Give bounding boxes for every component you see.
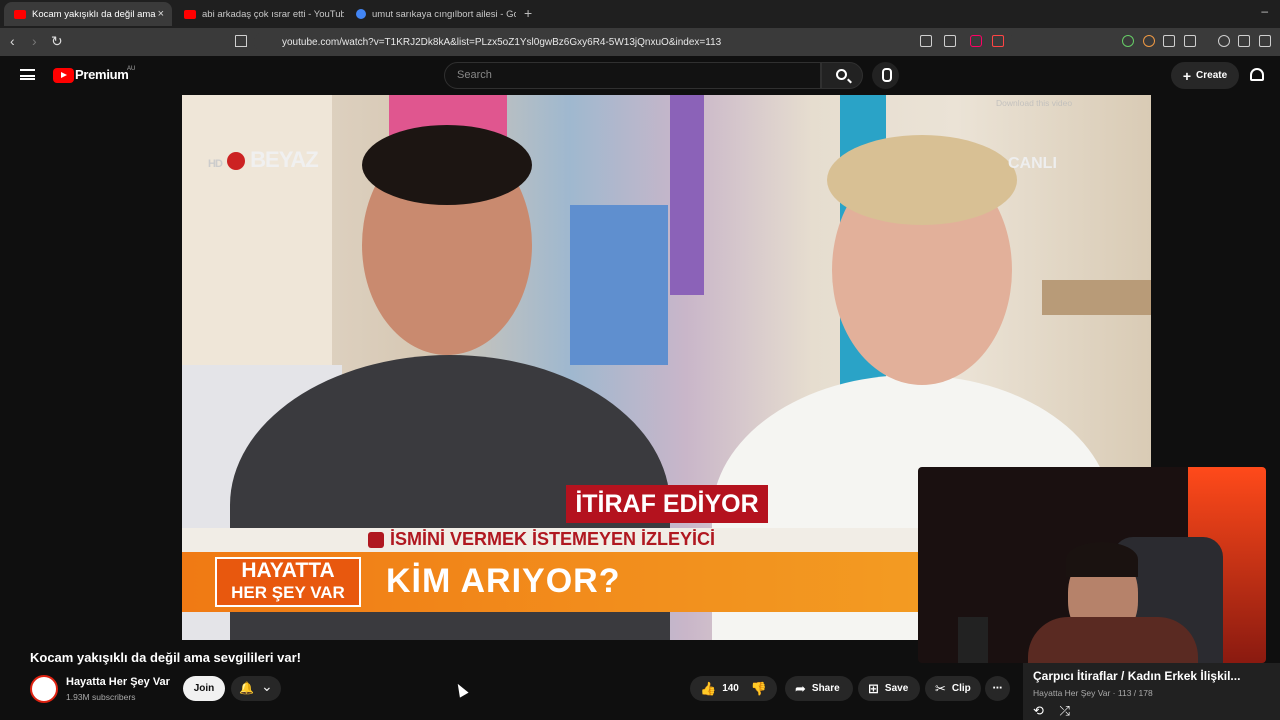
new-tab-button[interactable]: + bbox=[524, 5, 532, 21]
puzzle-extensions-icon[interactable] bbox=[1163, 35, 1175, 47]
browser-tab-active[interactable]: Kocam yakışıklı da değil ama × bbox=[4, 2, 172, 26]
playlist-title[interactable]: Çarpıcı İtiraflar / Kadın Erkek İlişkil.… bbox=[1033, 669, 1240, 683]
extension-icon[interactable] bbox=[1122, 35, 1134, 47]
save-label: Save bbox=[884, 683, 909, 694]
minimize-window-button[interactable]: – bbox=[1261, 4, 1268, 18]
clip-label: Clip bbox=[951, 683, 971, 694]
banner-tag: İTİRAF EDİYOR bbox=[566, 485, 768, 523]
address-bar[interactable]: youtube.com/watch?v=T1KRJ2Dk8kA&list=PLz… bbox=[254, 31, 1014, 53]
bookmark-icon[interactable] bbox=[235, 35, 247, 47]
voice-search-button[interactable] bbox=[872, 62, 899, 89]
search-input[interactable]: Search bbox=[444, 62, 821, 89]
youtube-premium-logo[interactable]: Premium bbox=[75, 67, 129, 82]
wallet-icon[interactable] bbox=[1259, 35, 1271, 47]
youtube-favicon-icon bbox=[14, 9, 26, 19]
tab-close-icon[interactable]: × bbox=[158, 8, 164, 20]
playlist-meta: Hayatta Her Şey Var · 113 / 178 bbox=[1033, 688, 1153, 698]
region-code: AU bbox=[127, 66, 136, 72]
clip-button[interactable]: ✂ Clip bbox=[925, 676, 981, 701]
playlist-panel[interactable]: Çarpıcı İtiraflar / Kadın Erkek İlişkil.… bbox=[1023, 663, 1280, 720]
shuffle-icon[interactable]: ⤮ bbox=[1060, 703, 1070, 718]
subscriber-count: 1.93M subscribers bbox=[66, 692, 136, 702]
bell-icon: 🔔 bbox=[239, 681, 254, 695]
back-icon[interactable]: ‹ bbox=[10, 33, 15, 49]
join-button[interactable]: Join bbox=[183, 676, 225, 701]
browser-tab[interactable]: umut sarıkaya cıngılbort ailesi - Goog bbox=[346, 2, 516, 26]
plus-icon: + bbox=[1182, 67, 1192, 84]
cast-icon[interactable] bbox=[920, 35, 932, 47]
sidebar-icon[interactable] bbox=[1238, 35, 1250, 47]
like-count[interactable]: 140 bbox=[722, 683, 739, 694]
brave-rewards-icon[interactable] bbox=[992, 35, 1004, 47]
share-label: Share bbox=[811, 683, 840, 694]
google-favicon-icon bbox=[356, 9, 366, 19]
channel-name[interactable]: Hayatta Her Şey Var bbox=[66, 676, 170, 688]
notifications-bell-icon[interactable] bbox=[1250, 68, 1264, 81]
tab-label: abi arkadaş çok ısrar etti - YouTube bbox=[202, 8, 344, 20]
youtube-logo-icon[interactable] bbox=[53, 68, 74, 83]
microphone bbox=[958, 617, 988, 663]
notification-settings-button[interactable]: 🔔 ⌄ bbox=[231, 676, 281, 701]
media-control-icon[interactable] bbox=[1218, 35, 1230, 47]
browser-tab[interactable]: abi arkadaş çok ısrar etti - YouTube bbox=[174, 2, 344, 26]
clip-icon: ✂ bbox=[935, 680, 946, 696]
channel-avatar[interactable] bbox=[30, 675, 58, 703]
forward-icon[interactable]: › bbox=[32, 33, 37, 49]
video-title: Kocam yakışıklı da değil ama sevgilileri… bbox=[30, 650, 301, 665]
more-icon: ⋯ bbox=[992, 683, 1003, 694]
tab-label: umut sarıkaya cıngılbort ailesi - Goog bbox=[372, 8, 516, 20]
like-icon[interactable]: 👍 bbox=[700, 681, 716, 697]
youtube-header: Premium AU Search + Create bbox=[0, 56, 1280, 95]
chevron-down-icon: ⌄ bbox=[261, 678, 273, 694]
tab-label: Kocam yakışıklı da değil ama bbox=[32, 8, 156, 20]
download-video-button[interactable]: Download this video bbox=[996, 98, 1146, 110]
extension-icon[interactable] bbox=[1143, 35, 1155, 47]
save-button[interactable]: ⊞ Save bbox=[858, 676, 920, 701]
mouse-cursor-icon bbox=[453, 681, 469, 698]
share-icon: ➦ bbox=[795, 680, 806, 696]
dislike-icon[interactable]: 👎 bbox=[751, 681, 767, 697]
caller-question: KİM ARIYOR? bbox=[386, 562, 621, 600]
search-button[interactable] bbox=[821, 62, 863, 89]
menu-icon[interactable] bbox=[20, 69, 35, 80]
like-dislike-group: 👍 140 👎 bbox=[690, 676, 777, 701]
webcam-overlay bbox=[918, 467, 1266, 663]
brave-shield-icon[interactable] bbox=[970, 35, 982, 47]
show-logo: HAYATTA HER ŞEY VAR bbox=[215, 557, 361, 607]
phone-icon bbox=[368, 532, 384, 548]
search-icon bbox=[836, 69, 847, 80]
live-indicator: CANLI bbox=[1008, 155, 1057, 172]
reload-icon[interactable]: ↻ bbox=[51, 33, 63, 50]
more-actions-button[interactable]: ⋯ bbox=[985, 676, 1010, 701]
loop-icon[interactable]: ⟲ bbox=[1033, 703, 1044, 718]
browser-tab-strip: Kocam yakışıklı da değil ama × abi arkad… bbox=[0, 0, 1280, 28]
share-page-icon[interactable] bbox=[944, 35, 956, 47]
channel-watermark: HD BEYAZ bbox=[208, 147, 319, 172]
browser-toolbar: ‹ › ↻ youtube.com/watch?v=T1KRJ2Dk8kA&li… bbox=[0, 28, 1280, 56]
share-button[interactable]: ➦ Share bbox=[785, 676, 853, 701]
create-button[interactable]: + Create bbox=[1171, 62, 1239, 89]
beyaz-tv-logo-icon bbox=[227, 152, 246, 171]
save-icon: ⊞ bbox=[868, 680, 879, 696]
youtube-favicon-icon bbox=[184, 9, 196, 19]
screenshot-icon[interactable] bbox=[1184, 35, 1196, 47]
caller-line: İSMİNİ VERMEK İSTEMEYEN İZLEYİCİ bbox=[390, 529, 716, 549]
create-label: Create bbox=[1196, 70, 1228, 81]
url-text: youtube.com/watch?v=T1KRJ2Dk8kA&list=PLz… bbox=[282, 36, 722, 48]
